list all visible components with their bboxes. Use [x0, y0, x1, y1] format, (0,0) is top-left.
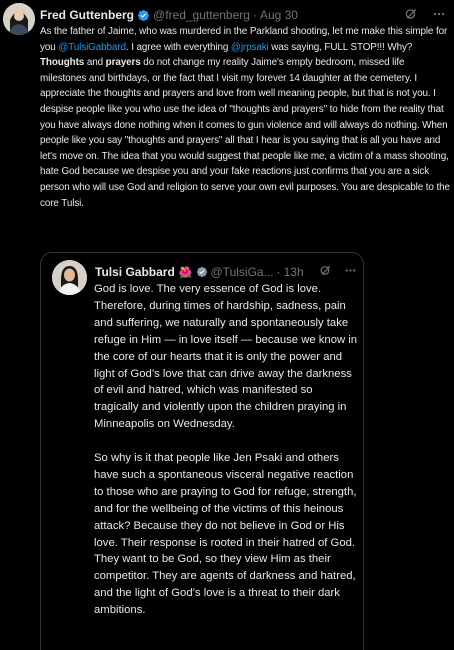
tweet-text: As the father of Jaime, who was murdered… [40, 24, 450, 211]
quoted-paragraph-1: God is love. The very essence of God is … [94, 283, 358, 431]
grok-icon[interactable] [404, 7, 418, 21]
quoted-author-handle[interactable]: @TulsiGa... [211, 265, 274, 279]
separator-dot: · [276, 265, 281, 279]
text-segment: and [84, 57, 106, 69]
quoted-author-name[interactable]: Tulsi Gabbard [95, 265, 175, 279]
text-segment: was saying, FULL STOP!!! Why? [268, 41, 413, 53]
author-avatar[interactable] [3, 3, 35, 35]
quoted-tweet-time[interactable]: 13h [284, 265, 304, 279]
grok-icon[interactable] [319, 264, 332, 277]
quoted-author-avatar[interactable] [52, 260, 87, 295]
tweet[interactable]: Fred Guttenberg @fred_guttenberg · Aug 3… [0, 0, 454, 650]
mention-link[interactable]: @TulsiGabbard [58, 42, 126, 53]
tweet-header: Fred Guttenberg @fred_guttenberg · Aug 3… [40, 5, 450, 25]
more-options-icon[interactable] [344, 264, 357, 277]
bold-text: Thoughts [40, 57, 85, 69]
quoted-tweet[interactable]: Tulsi Gabbard 🌺 @TulsiGa... · 13h God is… [40, 252, 364, 650]
verified-badge-icon [196, 266, 208, 278]
bold-text: prayers [105, 57, 141, 69]
text-segment: do not change my reality Jaime's empty b… [40, 57, 450, 209]
quoted-tweet-text: God is love. The very essence of God is … [94, 281, 360, 636]
text-segment: . I agree with everything [125, 41, 231, 53]
quoted-avatar-image [52, 260, 87, 295]
quoted-tweet-header: Tulsi Gabbard 🌺 @TulsiGa... · 13h [95, 263, 361, 281]
more-options-icon[interactable] [432, 7, 446, 21]
author-avatar-image [3, 3, 35, 35]
mention-link[interactable]: @jrpsaki [231, 42, 269, 53]
quoted-paragraph-2: So why is it that people like Jen Psaki … [94, 452, 357, 617]
author-handle[interactable]: @fred_guttenberg [153, 8, 250, 22]
verified-badge-icon [137, 9, 150, 22]
tweet-time[interactable]: Aug 30 [260, 8, 298, 22]
author-name[interactable]: Fred Guttenberg [40, 8, 134, 22]
hibiscus-emoji-icon: 🌺 [178, 266, 193, 279]
separator-dot: · [252, 8, 257, 22]
